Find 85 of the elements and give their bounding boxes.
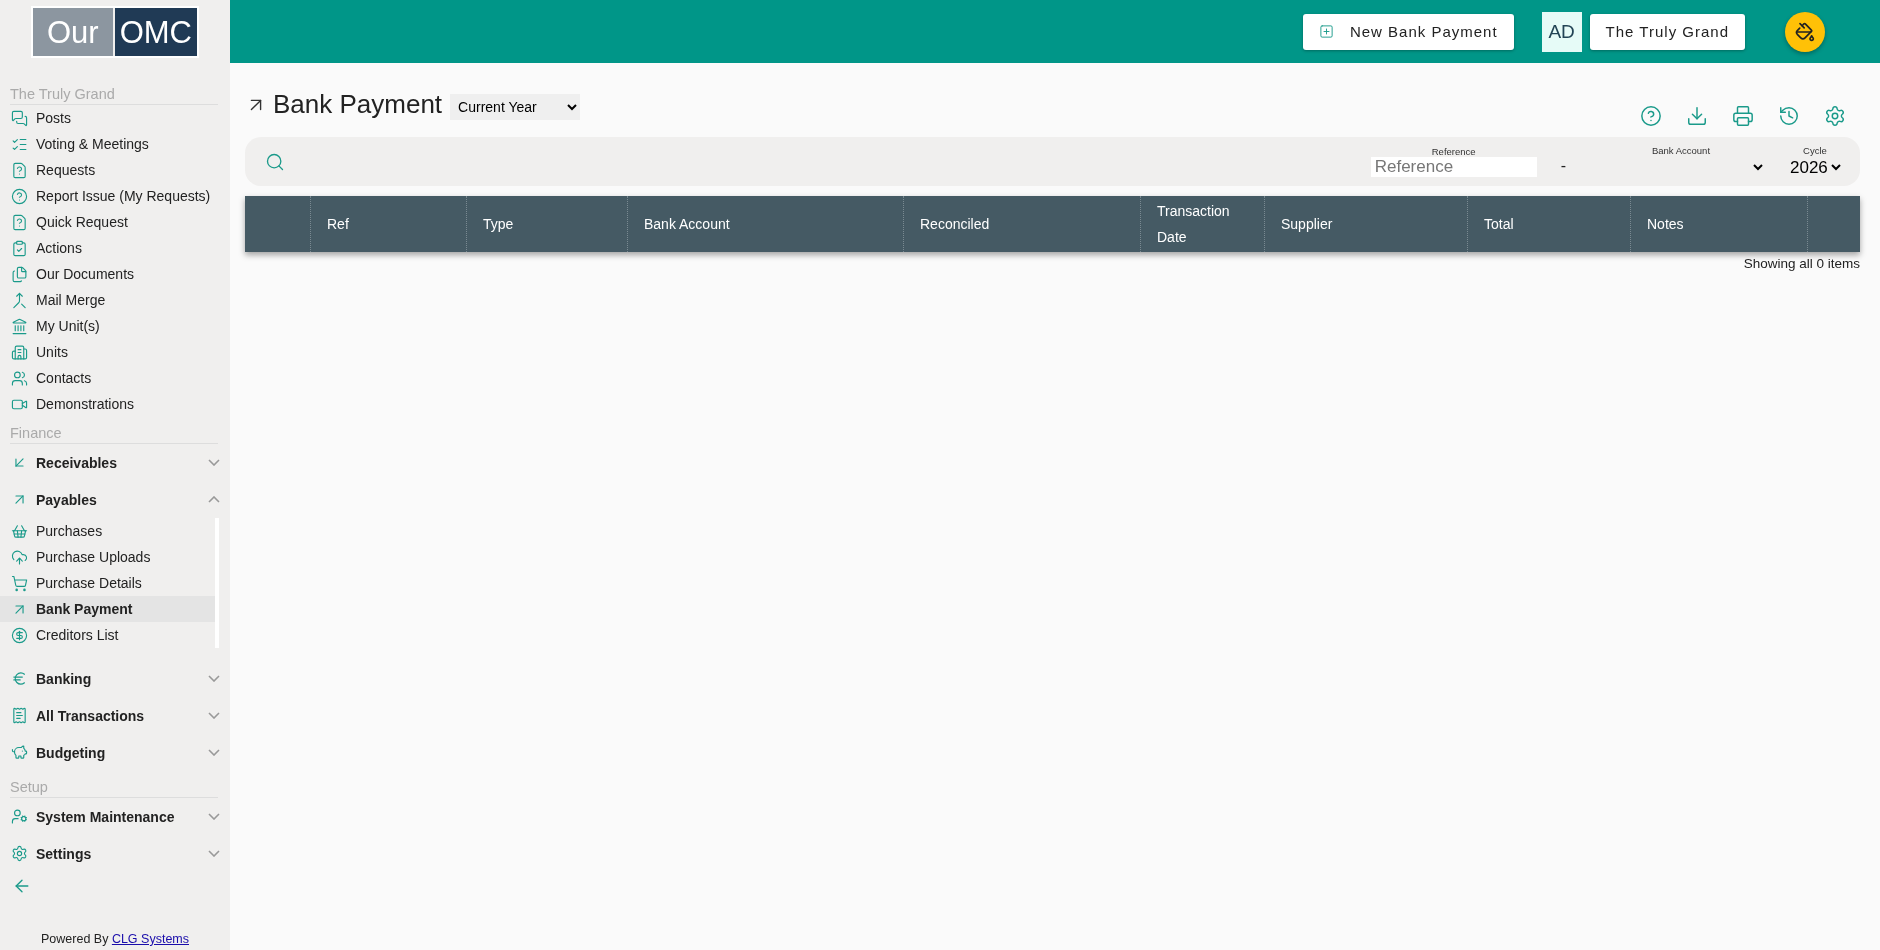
search-icon[interactable]: [265, 151, 285, 172]
sidebar-item[interactable]: Demonstrations: [0, 391, 215, 417]
question-document-icon: [11, 161, 28, 179]
chevron-down-icon: [208, 459, 220, 466]
user-avatar[interactable]: AD: [1541, 11, 1582, 52]
help-button[interactable]: [1640, 105, 1662, 127]
basket-icon: [11, 522, 28, 540]
logo: Our OMC: [31, 6, 199, 58]
section-heading: Finance: [10, 421, 218, 444]
receipt-icon: [11, 707, 28, 724]
paint-bucket-icon: [1795, 21, 1815, 42]
reference-field[interactable]: Reference: [1370, 157, 1537, 177]
sidebar-item[interactable]: Purchase Details: [0, 570, 215, 596]
sidebar-item[interactable]: Quick Request: [0, 209, 215, 235]
column-header[interactable]: Transaction Date: [1157, 198, 1248, 250]
range-separator: -: [1560, 156, 1566, 175]
column-header[interactable]: Type: [483, 211, 514, 237]
buildings-icon: [11, 343, 28, 361]
theme-button[interactable]: [1785, 11, 1825, 52]
chat-bubbles-icon: [11, 109, 28, 127]
sidebar-item[interactable]: Voting & Meetings: [0, 131, 215, 157]
cycle-select[interactable]: 2026: [1786, 156, 1844, 178]
sidebar-item[interactable]: Units: [0, 339, 215, 365]
chevron-down-icon: [208, 813, 220, 820]
period-select[interactable]: Current Year: [450, 94, 581, 120]
column-header[interactable]: Reconciled: [920, 211, 990, 237]
clipboard-check-icon: [11, 239, 28, 257]
sidebar-group[interactable]: System Maintenance: [0, 798, 230, 835]
sidebar-group[interactable]: Banking: [0, 660, 230, 697]
site-button[interactable]: The Truly Grand: [1589, 13, 1745, 50]
sidebar-item[interactable]: Purchase Uploads: [0, 544, 215, 570]
chevron-down-icon: [208, 712, 220, 719]
page-title: Bank Payment: [245, 89, 443, 120]
sidebar-item[interactable]: My Unit(s): [0, 313, 215, 339]
sidebar-item[interactable]: Mail Merge: [0, 287, 215, 313]
dollar-coin-icon: [11, 626, 28, 644]
sidebar-group[interactable]: Payables: [0, 481, 230, 518]
question-document-icon: [11, 213, 28, 231]
help-icon: [11, 187, 28, 205]
people-icon: [11, 369, 28, 387]
sidebar-group[interactable]: Receivables: [0, 444, 230, 481]
sidebar-group[interactable]: Settings: [0, 835, 230, 872]
merge-icon: [11, 291, 28, 309]
download-button[interactable]: [1686, 105, 1708, 127]
chevron-down-icon: [208, 749, 220, 756]
field-label: Reference: [1431, 146, 1476, 157]
sidebar-item[interactable]: Requests: [0, 157, 215, 183]
sidebar-item[interactable]: Posts: [0, 105, 215, 131]
company-link[interactable]: CLG Systems: [111, 932, 189, 946]
field-label: Bank Account: [1651, 145, 1711, 156]
sidebar-group[interactable]: All Transactions: [0, 697, 230, 734]
user-gear-icon: [11, 808, 28, 825]
column-header[interactable]: Total: [1484, 211, 1514, 237]
print-button[interactable]: [1732, 105, 1754, 127]
sidebar-item[interactable]: Bank Payment: [0, 596, 215, 622]
column-header[interactable]: Supplier: [1281, 211, 1333, 237]
column-header[interactable]: Bank Account: [644, 211, 730, 237]
sidebar-item[interactable]: Contacts: [0, 365, 215, 391]
sidebar-item[interactable]: Actions: [0, 235, 215, 261]
field-label: Cycle: [1803, 145, 1827, 156]
settings-icon: [11, 845, 28, 862]
powered-by-text: Powered By: [41, 932, 109, 946]
cloud-upload-icon: [11, 548, 28, 566]
new-bank-payment-button[interactable]: New Bank Payment: [1302, 13, 1514, 50]
sidebar-group[interactable]: Budgeting: [0, 734, 230, 771]
euro-icon: [11, 670, 28, 687]
item-count: Showing all 0 items: [1742, 256, 1860, 271]
bank-building-icon: [11, 317, 28, 335]
column-header[interactable]: Ref: [327, 211, 349, 237]
column-header[interactable]: Notes: [1647, 211, 1684, 237]
chevron-up-icon: [208, 496, 220, 503]
chevron-down-icon: [208, 850, 220, 857]
sidebar-item[interactable]: Creditors List: [0, 622, 215, 648]
section-heading: The Truly Grand: [10, 82, 218, 105]
cart-icon: [11, 574, 28, 592]
settings-button[interactable]: [1824, 105, 1846, 127]
sidebar-item[interactable]: Report Issue (My Requests): [0, 183, 215, 209]
sidebar-item[interactable]: Purchases: [0, 518, 215, 544]
piggy-bank-icon: [11, 744, 28, 761]
sidebar-item[interactable]: Our Documents: [0, 261, 215, 287]
chevron-down-icon: [208, 675, 220, 682]
documents-icon: [11, 265, 28, 283]
section-heading: Setup: [10, 775, 218, 798]
history-button[interactable]: [1778, 105, 1800, 127]
plus-square-icon: [1318, 24, 1334, 39]
